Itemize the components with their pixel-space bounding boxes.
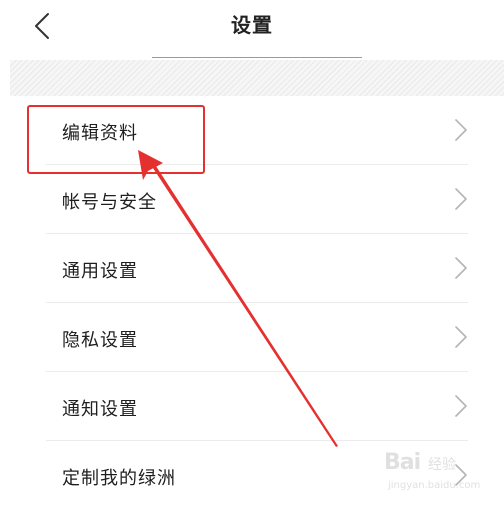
chevron-right-icon	[455, 119, 467, 141]
chevron-right-icon	[455, 326, 467, 348]
chevron-right-icon	[455, 188, 467, 210]
watermark-sub: 经验	[428, 457, 456, 473]
settings-item-general[interactable]: 通用设置	[0, 234, 504, 303]
chevron-right-icon	[455, 257, 467, 279]
header-bar: 设置	[0, 0, 504, 58]
settings-item-privacy[interactable]: 隐私设置	[0, 303, 504, 372]
settings-item-label: 隐私设置	[62, 330, 138, 351]
settings-item-label: 定制我的绿洲	[62, 468, 176, 489]
header-underline	[152, 57, 362, 58]
watermark: Bai 经验 jingyan.baidu.com	[384, 450, 494, 496]
annotation-highlight-box	[27, 105, 205, 174]
settings-item-notifications[interactable]: 通知设置	[0, 372, 504, 441]
settings-item-label: 帐号与安全	[62, 192, 157, 213]
watermark-url: jingyan.baidu.com	[388, 480, 481, 491]
watermark-brand: Bai	[384, 450, 421, 475]
settings-screen: 设置 编辑资料 帐号与安全 通用设置 隐私设置 通知设置 定制我的绿洲 Bai …	[0, 0, 504, 505]
page-title: 设置	[231, 13, 273, 37]
chevron-right-icon	[455, 395, 467, 417]
settings-item-label: 通用设置	[62, 261, 138, 282]
settings-item-account-security[interactable]: 帐号与安全	[0, 165, 504, 234]
section-spacer	[10, 60, 504, 96]
settings-item-label: 通知设置	[62, 399, 138, 420]
